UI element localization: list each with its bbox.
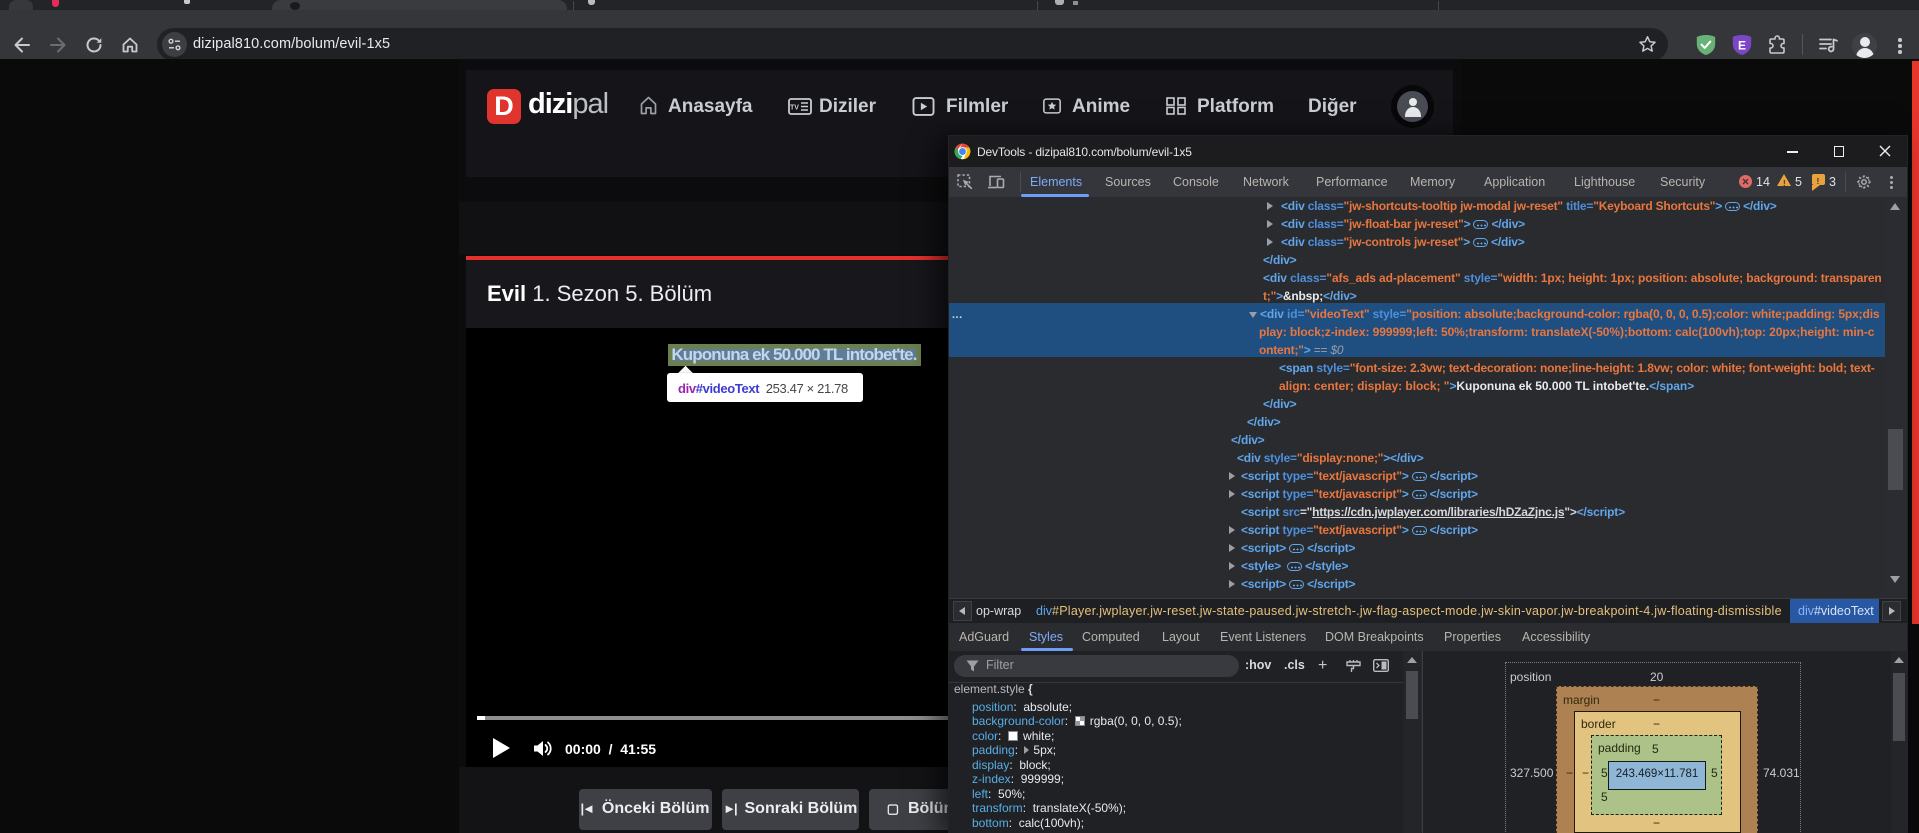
svg-text:TV: TV — [790, 105, 799, 112]
svg-text:E: E — [1738, 39, 1746, 53]
